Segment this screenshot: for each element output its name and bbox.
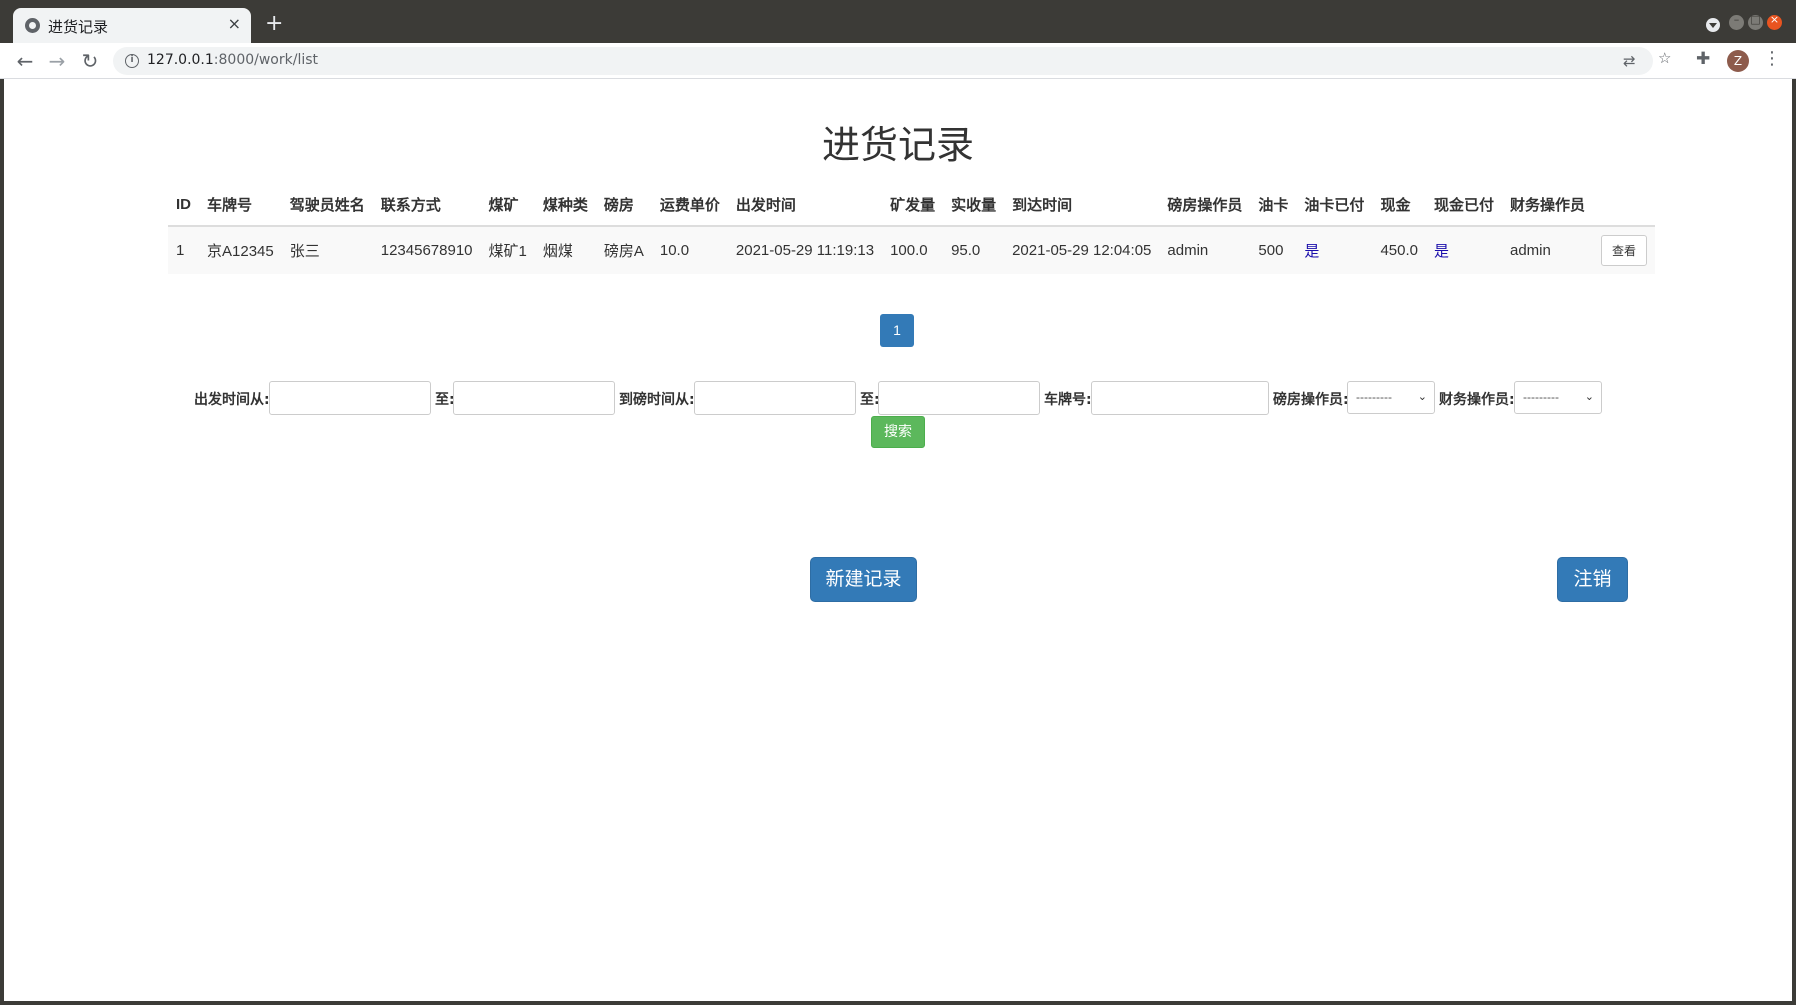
avatar[interactable]: Z [1727, 50, 1749, 72]
column-header: 煤矿 [480, 183, 535, 227]
depart-from-input[interactable] [269, 381, 431, 415]
column-header: 出发时间 [727, 183, 883, 227]
column-header: 现金已付 [1425, 183, 1502, 227]
chevron-down-icon: ⌄ [1417, 391, 1427, 403]
depart-to-label: 至: [435, 392, 455, 408]
cell-id: 1 [168, 226, 199, 274]
cell-actions: 查看 [1593, 226, 1656, 274]
weigh-operator-label: 磅房操作员: [1273, 392, 1349, 408]
info-icon[interactable]: i [125, 54, 139, 68]
page-content: 进货记录 ID 车牌号 驾驶员姓名 联系方式 煤矿 煤种类 磅房 运费单价 出发… [4, 79, 1792, 1001]
finance-operator-label: 财务操作员: [1439, 392, 1515, 408]
cell-weighhouse: 磅房A [595, 226, 652, 274]
column-header [1593, 183, 1656, 227]
arrive-from-label: 到磅时间从: [619, 392, 695, 408]
column-header: 运费单价 [651, 183, 728, 227]
weigh-operator-select[interactable]: --------- ⌄ [1347, 381, 1435, 414]
plate-label: 车牌号: [1044, 392, 1092, 408]
window-border-bottom [0, 1001, 1796, 1005]
column-header: 磅房 [595, 183, 652, 227]
table-row: 1 京A12345 张三 12345678910 煤矿1 烟煤 磅房A 10.0… [168, 226, 1656, 274]
cell-freight-price: 10.0 [651, 226, 728, 274]
column-header: 现金 [1372, 183, 1426, 227]
globe-icon [25, 18, 40, 33]
column-header: 驾驶员姓名 [281, 183, 373, 227]
chevron-down-icon: ⌄ [1584, 391, 1594, 403]
tab-search-icon[interactable] [1706, 18, 1720, 32]
cell-cash-paid: 是 [1425, 226, 1502, 274]
cell-mine-amount: 100.0 [882, 226, 944, 274]
extensions-icon[interactable]: ✚ [1696, 49, 1710, 69]
browser-toolbar: ← → ↻ i 127.0.0.1:8000/work/list ⇄ ☆ ✚ Z… [0, 43, 1796, 79]
column-header: 联系方式 [372, 183, 481, 227]
cell-driver: 张三 [281, 226, 373, 274]
depart-from-label: 出发时间从: [194, 392, 270, 408]
cell-phone: 12345678910 [372, 226, 481, 274]
tab-title: 进货记录 [48, 18, 109, 36]
back-icon[interactable]: ← [13, 49, 37, 73]
cell-oil-card-paid: 是 [1296, 226, 1373, 274]
menu-icon[interactable]: ⋮ [1763, 48, 1781, 69]
column-header: 油卡 [1250, 183, 1297, 227]
view-button[interactable]: 查看 [1601, 235, 1648, 266]
arrive-to-input[interactable] [878, 381, 1040, 415]
new-tab-button[interactable]: + [265, 12, 283, 36]
column-header: ID [168, 183, 199, 227]
arrive-to-label: 至: [860, 392, 880, 408]
bookmark-star-icon[interactable]: ☆ [1658, 49, 1671, 67]
column-header: 到达时间 [1004, 183, 1160, 227]
column-header: 矿发量 [882, 183, 944, 227]
window-border-right [1792, 79, 1796, 1005]
maximize-window-icon[interactable]: □ [1748, 13, 1763, 30]
column-header: 实收量 [943, 183, 1005, 227]
cell-finance-operator: admin [1502, 226, 1594, 274]
cell-depart-time: 2021-05-29 11:19:13 [727, 226, 883, 274]
close-icon[interactable]: × [228, 14, 241, 34]
column-header: 磅房操作员 [1159, 183, 1251, 227]
close-window-icon[interactable]: × [1767, 13, 1782, 30]
reload-icon[interactable]: ↻ [78, 49, 102, 73]
search-button[interactable]: 搜索 [871, 416, 925, 448]
cell-plate: 京A12345 [199, 226, 282, 274]
table-header-row: ID 车牌号 驾驶员姓名 联系方式 煤矿 煤种类 磅房 运费单价 出发时间 矿发… [168, 183, 1656, 227]
column-header: 油卡已付 [1296, 183, 1373, 227]
forward-icon[interactable]: → [45, 49, 69, 73]
cell-cash: 450.0 [1372, 226, 1426, 274]
depart-to-input[interactable] [453, 381, 615, 415]
plate-input[interactable] [1091, 381, 1269, 415]
cell-coal-type: 烟煤 [534, 226, 596, 274]
cell-weigh-operator: admin [1159, 226, 1251, 274]
cell-arrival-time: 2021-05-29 12:04:05 [1004, 226, 1160, 274]
column-header: 车牌号 [199, 183, 282, 227]
arrive-from-input[interactable] [694, 381, 856, 415]
pagination-page-1[interactable]: 1 [880, 314, 914, 347]
logout-button[interactable]: 注销 [1557, 557, 1628, 602]
new-record-button[interactable]: 新建记录 [810, 557, 917, 602]
address-bar[interactable]: i 127.0.0.1:8000/work/list ⇄ [113, 47, 1653, 75]
translate-icon[interactable]: ⇄ [1623, 52, 1636, 70]
browser-chrome: 进货记录 × + – □ × ← → ↻ i 127.0.0.1:8000/wo… [0, 0, 1796, 79]
cell-mine: 煤矿1 [480, 226, 535, 274]
page-title: 进货记录 [821, 123, 974, 167]
url-text: 127.0.0.1:8000/work/list [147, 52, 319, 68]
finance-operator-select[interactable]: --------- ⌄ [1514, 381, 1602, 414]
column-header: 财务操作员 [1502, 183, 1594, 227]
cell-received-amount: 95.0 [943, 226, 1005, 274]
records-table: ID 车牌号 驾驶员姓名 联系方式 煤矿 煤种类 磅房 运费单价 出发时间 矿发… [168, 183, 1656, 274]
column-header: 煤种类 [534, 183, 596, 227]
tab-strip: 进货记录 × + – □ × [0, 0, 1796, 43]
cell-oil-card: 500 [1250, 226, 1297, 274]
browser-tab[interactable]: 进货记录 × [13, 8, 251, 43]
minimize-window-icon[interactable]: – [1729, 13, 1744, 30]
